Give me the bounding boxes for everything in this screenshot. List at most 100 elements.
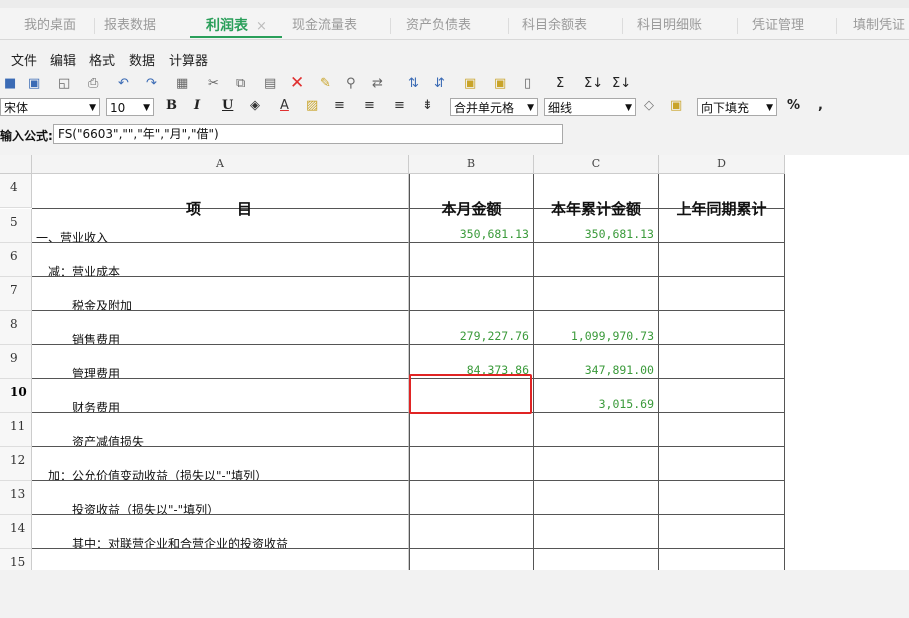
table-cell-year[interactable]: 347,891.00 (534, 345, 659, 379)
font-size-select[interactable]: 10 ▼ (106, 98, 154, 116)
table-cell-item[interactable]: 销售费用 (32, 311, 409, 345)
table-cell-item[interactable] (32, 549, 409, 570)
tab-account-balance[interactable]: 科目余额表 (522, 8, 587, 40)
select-all-corner[interactable] (0, 155, 32, 173)
find-icon[interactable]: ⚲ (346, 76, 356, 91)
table-header-prev[interactable]: 上年同期累计 (659, 174, 785, 218)
table-cell-month[interactable]: 350,681.13 (409, 209, 534, 243)
row-header[interactable]: 10 (0, 379, 32, 413)
import-icon[interactable]: ▣ (464, 76, 476, 91)
fill-down-select[interactable]: 向下填充 ▼ (697, 98, 777, 116)
wrap-text-icon[interactable]: ⇟ (422, 98, 433, 113)
column-sum-icon[interactable]: Σ↓ (612, 76, 631, 91)
percent-button[interactable]: % (787, 98, 800, 113)
menu-calculator[interactable]: 计算器 (169, 50, 208, 69)
row-header[interactable]: 12 (0, 447, 32, 481)
table-cell-prev[interactable] (659, 243, 785, 277)
table-cell-month[interactable] (409, 447, 534, 481)
menu-file[interactable]: 文件 (11, 50, 37, 69)
font-color-icon[interactable]: A (280, 98, 289, 113)
row-sum-icon[interactable]: Σ↓ (584, 76, 603, 91)
delete-icon[interactable]: ✕ (290, 73, 304, 93)
table-cell-year[interactable]: 350,681.13 (534, 209, 659, 243)
table-cell-item[interactable]: 一、营业收入 (32, 209, 409, 243)
table-cell-prev[interactable] (659, 379, 785, 413)
row-header[interactable]: 7 (0, 277, 32, 311)
table-cell-year[interactable] (534, 549, 659, 570)
underline-button[interactable]: U (222, 98, 233, 113)
table-cell-month[interactable] (409, 277, 534, 311)
eraser-icon[interactable]: ◇ (644, 98, 654, 113)
table-cell-prev[interactable] (659, 549, 785, 570)
sort-ascending-icon[interactable]: ⇅ (408, 76, 419, 91)
save-icon[interactable]: ■ (4, 76, 16, 91)
cut-icon[interactable]: ✂ (208, 76, 219, 91)
tab-voucher-management[interactable]: 凭证管理 (752, 8, 804, 40)
table-cell-item[interactable]: 加：公允价值变动收益（损失以"-"填列） (32, 447, 409, 481)
border-icon[interactable]: ▨ (306, 98, 318, 113)
align-center-icon[interactable]: ≡ (364, 98, 375, 113)
table-cell-year[interactable]: 1,099,970.73 (534, 311, 659, 345)
table-cell-prev[interactable] (659, 447, 785, 481)
tab-report-data[interactable]: 报表数据 (104, 8, 156, 40)
table-cell-item[interactable]: 资产减值损失 (32, 413, 409, 447)
fill-color-icon[interactable]: ◈ (250, 98, 260, 113)
menu-format[interactable]: 格式 (89, 50, 115, 69)
redo-icon[interactable]: ↷ (146, 76, 157, 91)
row-header[interactable]: 14 (0, 515, 32, 549)
undo-icon[interactable]: ↶ (118, 76, 129, 91)
export-icon[interactable]: ▣ (494, 76, 506, 91)
table-cell-prev[interactable] (659, 277, 785, 311)
clear-format-icon[interactable]: ✎ (320, 76, 331, 91)
grid-icon[interactable]: ▦ (176, 76, 188, 91)
align-right-icon[interactable]: ≡ (394, 98, 405, 113)
table-cell-item[interactable]: 财务费用 (32, 379, 409, 413)
border-style-select[interactable]: 细线 ▼ (544, 98, 636, 116)
table-cell-year[interactable] (534, 277, 659, 311)
table-cell-prev[interactable] (659, 345, 785, 379)
print-icon[interactable]: ⎙ (88, 76, 98, 91)
sum-icon[interactable]: Σ (556, 76, 564, 91)
row-header[interactable]: 8 (0, 311, 32, 345)
close-icon[interactable]: × (256, 19, 267, 34)
table-cell-month[interactable] (409, 515, 534, 549)
table-header-month[interactable]: 本月金额 (409, 174, 534, 218)
table-cell-month[interactable] (409, 549, 534, 570)
print-preview-icon[interactable]: ◱ (58, 76, 70, 91)
bold-button[interactable]: B (166, 98, 177, 113)
column-header-c[interactable]: C (534, 155, 659, 173)
column-header-b[interactable]: B (409, 155, 534, 173)
menu-edit[interactable]: 编辑 (50, 50, 76, 69)
table-cell-prev[interactable] (659, 481, 785, 515)
tab-desktop[interactable]: 我的桌面 (24, 8, 76, 40)
table-cell-year[interactable] (534, 481, 659, 515)
open-icon[interactable]: ▣ (28, 76, 40, 91)
table-cell-year[interactable] (534, 413, 659, 447)
table-cell-prev[interactable] (659, 209, 785, 243)
row-header[interactable]: 11 (0, 413, 32, 447)
table-cell-month[interactable] (409, 243, 534, 277)
merge-cells-select[interactable]: 合并单元格 ▼ (450, 98, 538, 116)
table-cell-prev[interactable] (659, 413, 785, 447)
copy-icon[interactable]: ⧉ (236, 76, 245, 91)
table-cell-item[interactable]: 税金及附加 (32, 277, 409, 311)
row-header[interactable]: 9 (0, 345, 32, 379)
align-left-icon[interactable]: ≡ (334, 98, 345, 113)
table-cell-month[interactable] (409, 481, 534, 515)
row-header[interactable]: 4 (0, 174, 32, 208)
comma-button[interactable]: , (818, 98, 823, 113)
column-header-a[interactable]: A (32, 155, 409, 173)
table-cell-year[interactable] (534, 447, 659, 481)
row-header[interactable]: 6 (0, 243, 32, 277)
font-name-select[interactable]: 宋体 ▼ (0, 98, 100, 116)
table-cell-year[interactable]: 3,015.69 (534, 379, 659, 413)
settings-icon[interactable]: ▣ (670, 98, 682, 113)
table-cell-month[interactable] (409, 413, 534, 447)
tab-account-detail[interactable]: 科目明细账 (637, 8, 702, 40)
table-cell-year[interactable] (534, 243, 659, 277)
table-cell-prev[interactable] (659, 515, 785, 549)
table-cell-year[interactable] (534, 515, 659, 549)
table-header-year[interactable]: 本年累计金额 (534, 174, 659, 218)
sheet-icon[interactable]: ▯ (524, 76, 531, 91)
table-cell-item[interactable]: 投资收益（损失以"-"填列） (32, 481, 409, 515)
